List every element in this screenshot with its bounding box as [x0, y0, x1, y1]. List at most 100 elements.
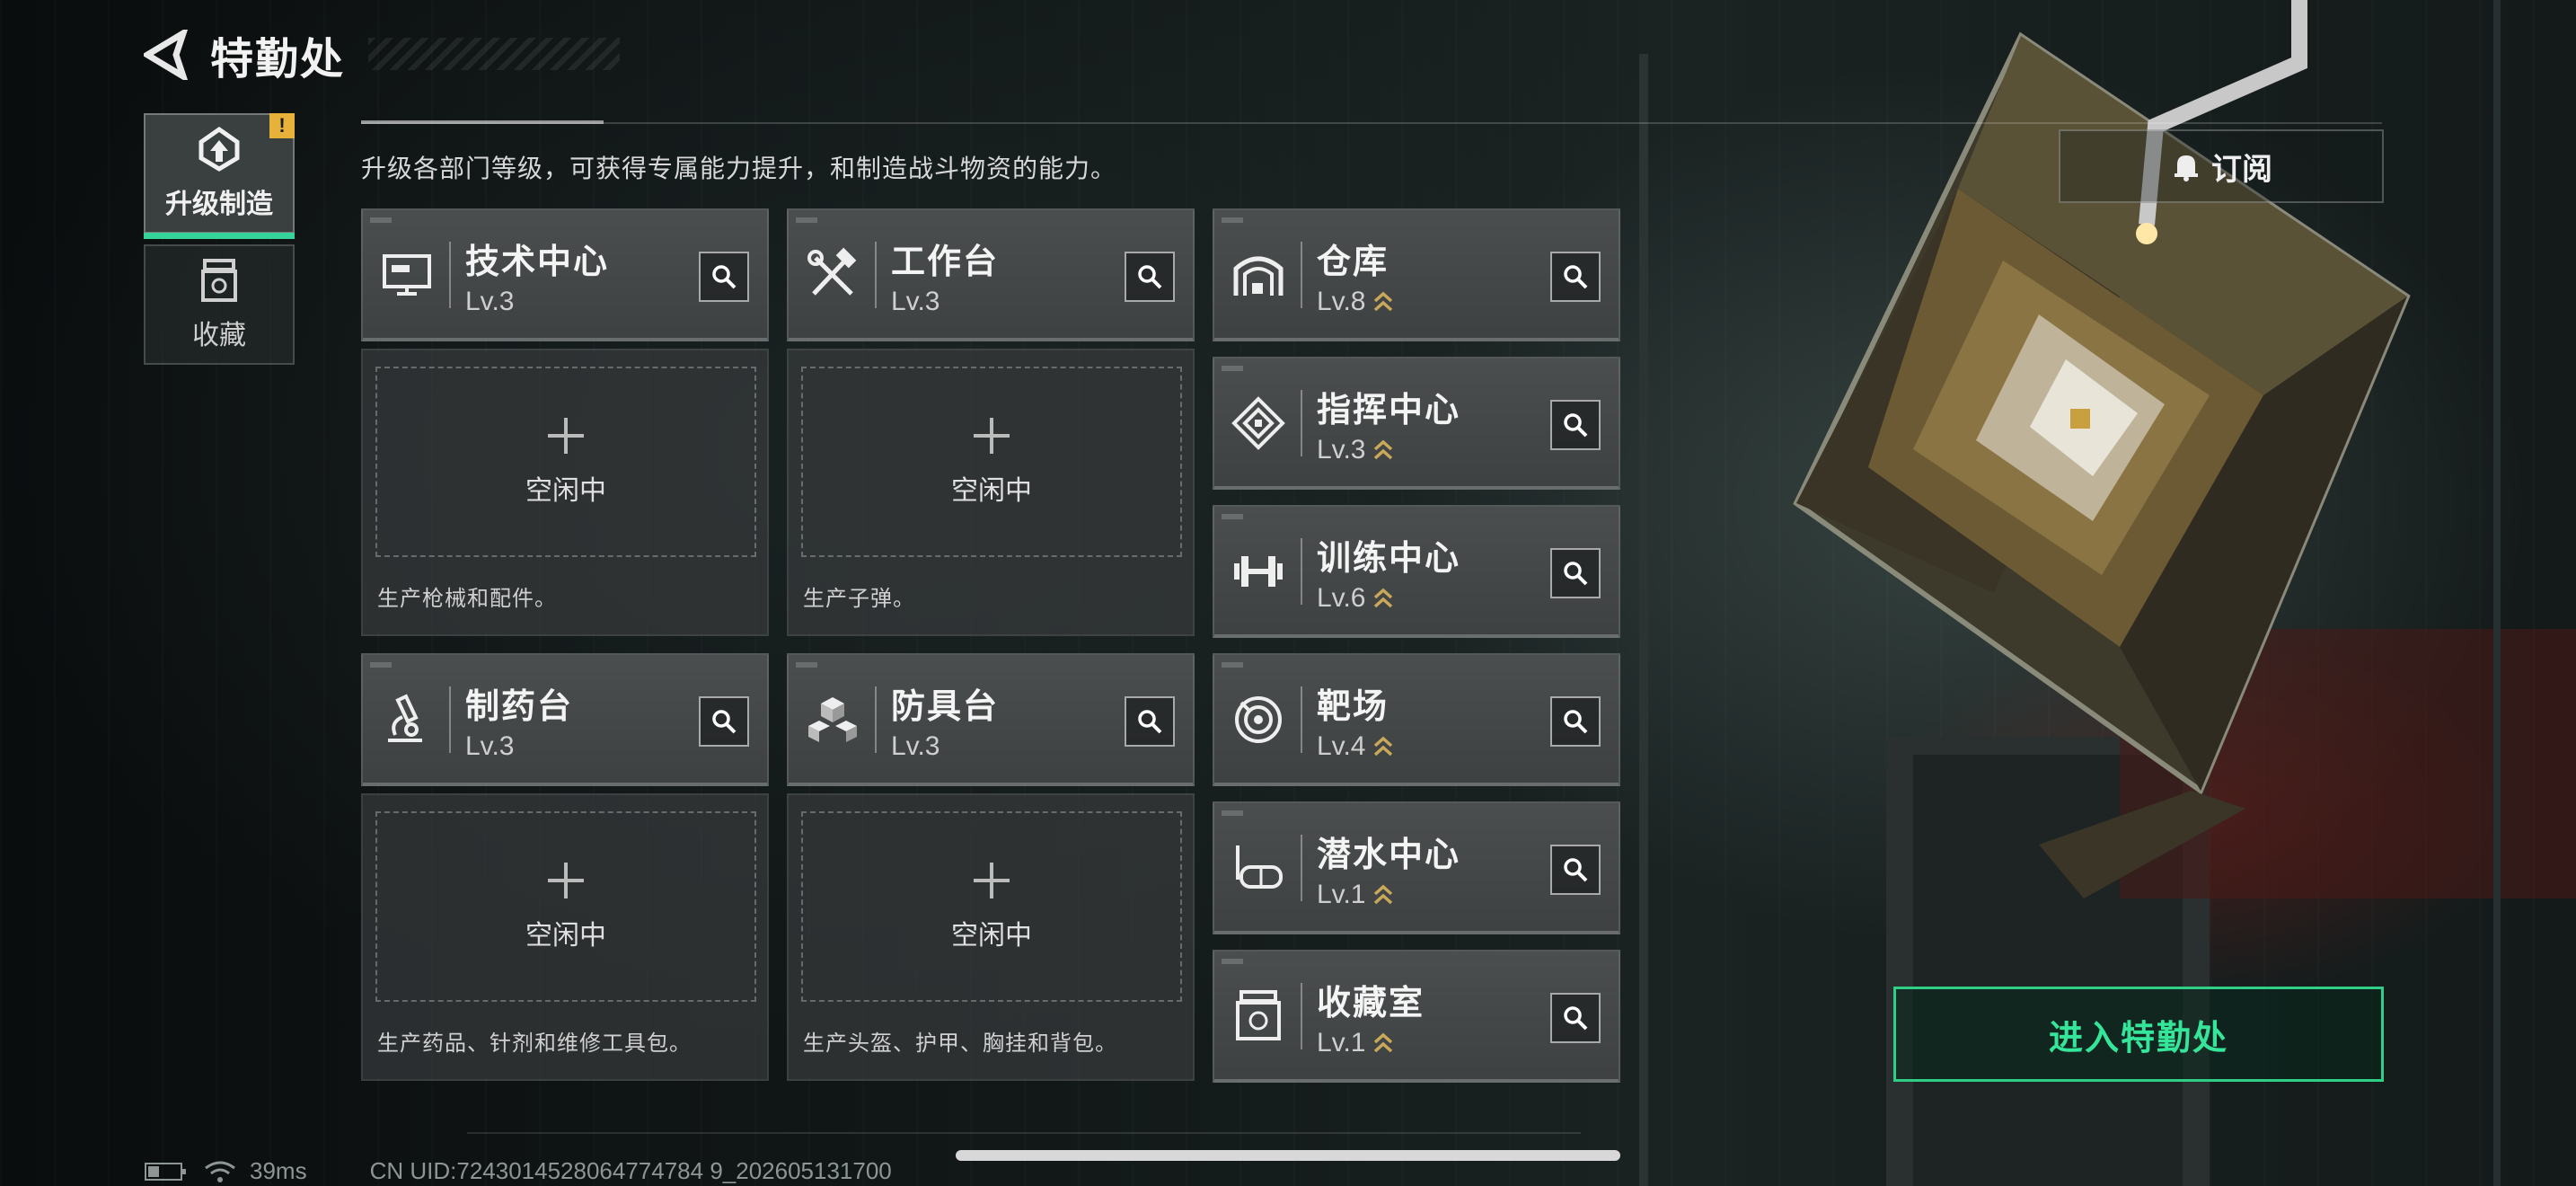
bottom-divider [467, 1132, 1581, 1134]
department-name: 制药台 [465, 687, 574, 726]
department-name: 收藏室 [1317, 984, 1425, 1022]
card-corner-mark [370, 217, 392, 223]
upgrade-available-icon [1374, 1032, 1393, 1052]
production-description: 生产药品、针剂和维修工具包。 [377, 1031, 692, 1056]
collection-box-icon [201, 259, 237, 302]
search-icon [1564, 413, 1588, 438]
plus-icon [548, 863, 584, 898]
inspect-button[interactable] [1550, 400, 1601, 450]
search-icon [1564, 265, 1588, 289]
department-card-warehouse[interactable]: 仓库 Lv.8 [1213, 208, 1620, 341]
warehouse-icon [1233, 256, 1284, 296]
department-level: Lv.3 [891, 730, 940, 761]
user-uid: CN UID:7243014528064774784 9_20260513170… [369, 1157, 892, 1184]
inspect-button[interactable] [1125, 252, 1175, 302]
inspect-button[interactable] [1550, 696, 1601, 747]
card-separator [875, 242, 877, 308]
home-indicator[interactable] [956, 1150, 1620, 1161]
production-description: 生产头盔、护甲、胸挂和背包。 [803, 1031, 1117, 1056]
search-icon [1564, 710, 1588, 734]
tab-label: 升级制造 [165, 190, 273, 219]
department-card-armor-bench[interactable]: 防具台 Lv.3 [787, 653, 1195, 786]
department-level: Lv.4 [1317, 730, 1366, 761]
department-card-shooting-range[interactable]: 靶场 Lv.4 [1213, 653, 1620, 786]
plus-icon [974, 863, 1010, 898]
dumbbell-icon [1234, 556, 1283, 587]
network-latency: 39ms [250, 1157, 307, 1184]
production-panel-tech-center: 空闲中 生产枪械和配件。 [361, 349, 769, 636]
department-level: Lv.3 [891, 286, 940, 316]
department-name: 指挥中心 [1317, 391, 1461, 429]
inspect-button[interactable] [699, 696, 749, 747]
slot-status: 空闲中 [951, 476, 1032, 506]
department-level: Lv.6 [1317, 582, 1366, 613]
inspect-button[interactable] [1550, 993, 1601, 1043]
department-name: 潜水中心 [1317, 836, 1461, 874]
department-level: Lv.8 [1317, 286, 1366, 316]
subscribe-button[interactable]: 订阅 [2059, 129, 2384, 203]
divider-line [361, 122, 2382, 124]
search-icon [1564, 1006, 1588, 1031]
title-decoration [368, 38, 620, 70]
department-card-tech-center[interactable]: 技术中心 Lv.3 [361, 208, 769, 341]
card-separator [1301, 686, 1302, 753]
production-slot[interactable]: 空闲中 [375, 811, 756, 1002]
card-corner-mark [796, 662, 817, 668]
department-name: 工作台 [891, 243, 1000, 281]
department-name: 靶场 [1317, 687, 1389, 726]
department-card-command-center[interactable]: 指挥中心 Lv.3 [1213, 357, 1620, 490]
department-card-collection-room[interactable]: 收藏室 Lv.1 [1213, 950, 1620, 1083]
department-card-training-center[interactable]: 训练中心 Lv.6 [1213, 505, 1620, 638]
wifi-icon [205, 1161, 235, 1182]
collection-icon [1236, 990, 1281, 1040]
tab-label: 收藏 [192, 321, 246, 350]
inspect-button[interactable] [1550, 252, 1601, 302]
page-description: 升级各部门等级，可获得专属能力提升，和制造战斗物资的能力。 [361, 155, 1117, 182]
search-icon [1138, 265, 1162, 289]
slot-status: 空闲中 [951, 921, 1032, 951]
divider-accent [361, 120, 604, 124]
search-icon [712, 710, 737, 734]
upgrade-available-icon [1374, 588, 1393, 607]
target-icon [1235, 696, 1282, 743]
inspect-button[interactable] [699, 252, 749, 302]
production-slot[interactable]: 空闲中 [801, 367, 1182, 557]
status-bar: 39ms CN UID:7243014528064774784 9_202605… [144, 1157, 892, 1185]
production-description: 生产枪械和配件。 [377, 587, 557, 611]
card-corner-mark [1222, 366, 1243, 371]
card-corner-mark [1222, 959, 1243, 964]
department-name: 技术中心 [465, 243, 610, 281]
inspect-button[interactable] [1550, 845, 1601, 895]
production-panel-armor-bench: 空闲中 生产头盔、护甲、胸挂和背包。 [787, 793, 1195, 1081]
department-name: 防具台 [891, 687, 1000, 726]
alert-badge: ! [269, 113, 295, 138]
department-card-pharmacy[interactable]: 制药台 Lv.3 [361, 653, 769, 786]
slot-status: 空闲中 [525, 476, 606, 506]
plus-icon [974, 418, 1010, 454]
production-slot[interactable]: 空闲中 [801, 811, 1182, 1002]
production-panel-pharmacy: 空闲中 生产药品、针剂和维修工具包。 [361, 793, 769, 1081]
tab-upgrade-manufacture[interactable]: 升级制造 ! [144, 113, 295, 239]
upgrade-gear-icon [198, 126, 240, 172]
card-separator [1301, 983, 1302, 1049]
tab-collection[interactable]: 收藏 [144, 244, 295, 365]
card-corner-mark [796, 217, 817, 223]
department-level: Lv.1 [1317, 1027, 1366, 1058]
production-slot[interactable]: 空闲中 [375, 367, 756, 557]
department-card-workbench[interactable]: 工作台 Lv.3 [787, 208, 1195, 341]
search-icon [1564, 562, 1588, 586]
card-corner-mark [1222, 662, 1243, 668]
command-icon [1231, 396, 1285, 450]
back-arrow-icon[interactable] [144, 30, 190, 80]
department-level: Lv.3 [465, 286, 515, 316]
card-corner-mark [370, 662, 392, 668]
inspect-button[interactable] [1550, 548, 1601, 598]
page-header: 特勤处 [144, 25, 345, 84]
tools-icon [807, 247, 857, 296]
card-separator [875, 686, 877, 753]
enter-special-ops-button[interactable]: 进入特勤处 [1893, 987, 2384, 1082]
card-separator [1301, 390, 1302, 456]
department-card-diving-center[interactable]: 潜水中心 Lv.1 [1213, 801, 1620, 934]
inspect-button[interactable] [1125, 696, 1175, 747]
card-separator [1301, 242, 1302, 308]
